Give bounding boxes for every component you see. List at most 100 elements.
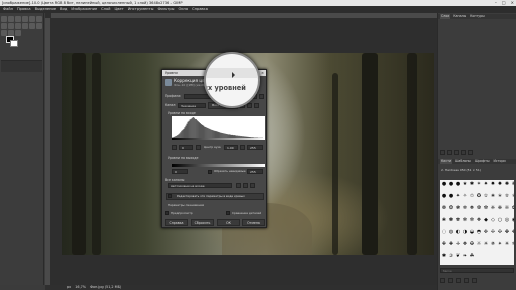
new-brush-icon[interactable] (448, 278, 453, 283)
reset-button[interactable]: Сбросить (191, 219, 214, 226)
auto-input-levels-button[interactable]: Автоуровни на входе (168, 183, 232, 188)
brush-swatch[interactable]: ✥ (511, 229, 514, 235)
brush-swatch[interactable]: ✮ (504, 193, 510, 199)
lower-layer-icon[interactable] (454, 150, 459, 155)
brush-swatch[interactable]: ✦ (455, 193, 461, 199)
brush-swatch[interactable]: ✹ (497, 181, 503, 187)
brush-swatch[interactable]: ❋ (511, 181, 514, 187)
brush-swatch[interactable]: ❈ (490, 205, 496, 211)
brush-swatch[interactable]: ✭ (497, 193, 503, 199)
output-high-spin[interactable]: 255 (247, 169, 263, 174)
brush-swatch[interactable]: ✷ (483, 181, 489, 187)
bucket-fill-tool-icon[interactable] (15, 23, 21, 29)
brush-swatch[interactable]: ◆ (483, 217, 489, 223)
brush-swatch[interactable]: ❆ (476, 205, 482, 211)
pick-gray-icon[interactable] (243, 183, 248, 188)
brush-swatch[interactable]: ◒ (469, 229, 475, 235)
brush-swatch[interactable]: ✶ (476, 181, 482, 187)
brush-swatch[interactable]: ◍ (448, 229, 454, 235)
input-low-spin[interactable]: 0 (179, 145, 193, 150)
histogram-toggle-icon[interactable] (254, 103, 259, 108)
brush-swatch[interactable]: ✙ (441, 241, 447, 247)
brush-swatch[interactable]: ◇ (490, 217, 496, 223)
brush-swatch[interactable]: ✣ (497, 229, 503, 235)
brush-swatch[interactable]: ✫ (483, 193, 489, 199)
lasso-tool-icon[interactable] (15, 16, 21, 22)
fg-bg-colors[interactable] (6, 36, 18, 47)
brush-swatch[interactable]: ❂ (448, 205, 454, 211)
pick-gray-point-icon[interactable] (196, 145, 201, 150)
menu-filters[interactable]: Фильтры (157, 6, 174, 13)
menu-edit[interactable]: Правка (17, 6, 31, 13)
duplicate-layer-icon[interactable] (461, 150, 466, 155)
help-button[interactable]: Справка (165, 219, 188, 226)
transform-tool-icon[interactable] (36, 16, 42, 22)
brush-swatch[interactable]: ✻ (462, 217, 468, 223)
brush-swatch[interactable]: ● (448, 193, 454, 199)
brush-swatch[interactable]: ✩ (469, 193, 475, 199)
brush-swatch[interactable]: ◉ (511, 217, 514, 223)
brush-swatch[interactable]: ◌ (441, 229, 447, 235)
brush-swatch[interactable]: ◑ (462, 229, 468, 235)
brush-swatch[interactable]: ○ (497, 217, 503, 223)
menu-select[interactable]: Выделение (35, 6, 56, 13)
brush-swatch[interactable]: ❉ (497, 205, 503, 211)
new-layer-icon[interactable] (440, 150, 445, 155)
brush-swatch[interactable]: ✽ (448, 217, 454, 223)
brush-swatch[interactable]: ✺ (504, 181, 510, 187)
brush-swatch[interactable]: ✯ (511, 193, 514, 199)
brush-swatch[interactable]: ☼ (476, 241, 482, 247)
brush-swatch[interactable]: ❖ (462, 241, 468, 247)
text-tool-icon[interactable] (8, 23, 14, 29)
brush-swatch[interactable]: ✸ (490, 181, 496, 187)
clip-checkbox[interactable] (208, 170, 212, 174)
channel-combo[interactable]: Значение (178, 103, 206, 108)
ok-button[interactable]: ОК (217, 219, 240, 226)
output-low-spin[interactable]: 0 (172, 169, 188, 174)
menu-colors[interactable]: Цвет (115, 6, 124, 13)
paintbrush-tool-icon[interactable] (22, 23, 28, 29)
rect-select-tool-icon[interactable] (8, 16, 14, 22)
brush-swatch[interactable]: ❅ (469, 205, 475, 211)
brush-swatch[interactable]: ☘ (469, 253, 475, 259)
tab-history[interactable]: Истори (493, 159, 507, 164)
vertical-ruler[interactable] (45, 18, 50, 285)
edit-as-curves-button[interactable]: Редактировать эти параметры в виде кривы… (166, 193, 264, 200)
crop-tool-icon[interactable] (29, 16, 35, 22)
preset-menu-icon[interactable] (259, 94, 264, 99)
menu-windows[interactable]: Окна (179, 6, 189, 13)
brush-swatch[interactable]: ✾ (455, 217, 461, 223)
brush-swatch[interactable]: ✼ (469, 217, 475, 223)
brush-swatch[interactable]: ● (455, 181, 461, 187)
tab-fonts[interactable]: Шрифты (474, 159, 491, 164)
unit-select[interactable]: px (67, 285, 71, 289)
brush-tag-filter[interactable] (440, 268, 514, 273)
brush-swatch[interactable]: ✪ (476, 193, 482, 199)
menu-image[interactable]: Изображение (71, 6, 97, 13)
brush-swatch[interactable]: ✳ (504, 241, 510, 247)
brush-grid[interactable]: ● ● ● ★ ✱ ✶ ✷ ✸ ✹ ✺ ❋ ● ● ✦ ✧ ✩ ✪ ✫ ✬ ✭ ✮ ✯ ❁ ❂ ❃ ❄ ❅ ❆ ❇ ❈ ❉ ❊ ✿ ❀ ✽ ✾ ✻ ✼ ❖ ◆… (440, 180, 514, 265)
preview-checkbox[interactable] (165, 211, 169, 215)
pick-black-point-icon[interactable] (172, 145, 177, 150)
blend-options-expander[interactable]: Параметры смешивания (168, 203, 204, 207)
raise-layer-icon[interactable] (447, 150, 452, 155)
zoom-select[interactable]: 16,7% (75, 285, 86, 289)
delete-brush-icon[interactable] (464, 278, 469, 283)
brush-swatch[interactable]: ❁ (441, 205, 447, 211)
pick-white-point-icon[interactable] (240, 145, 245, 150)
brush-swatch[interactable]: ✚ (448, 241, 454, 247)
menu-layer[interactable]: Слой (101, 6, 110, 13)
brush-swatch[interactable]: ✠ (469, 241, 475, 247)
brush-swatch[interactable]: ◐ (455, 229, 461, 235)
brush-swatch[interactable]: ❄ (462, 205, 468, 211)
brush-swatch[interactable]: ❀ (441, 217, 447, 223)
input-gradient[interactable] (172, 138, 265, 140)
brush-swatch[interactable]: ✬ (490, 193, 496, 199)
brush-swatch[interactable]: ◎ (504, 217, 510, 223)
brush-swatch[interactable]: ✵ (490, 241, 496, 247)
clone-tool-icon[interactable] (29, 23, 35, 29)
pick-white-icon[interactable] (250, 183, 255, 188)
brush-swatch[interactable]: ❧ (462, 253, 468, 259)
brush-swatch[interactable]: ☀ (483, 241, 489, 247)
brush-swatch[interactable]: ❃ (455, 205, 461, 211)
